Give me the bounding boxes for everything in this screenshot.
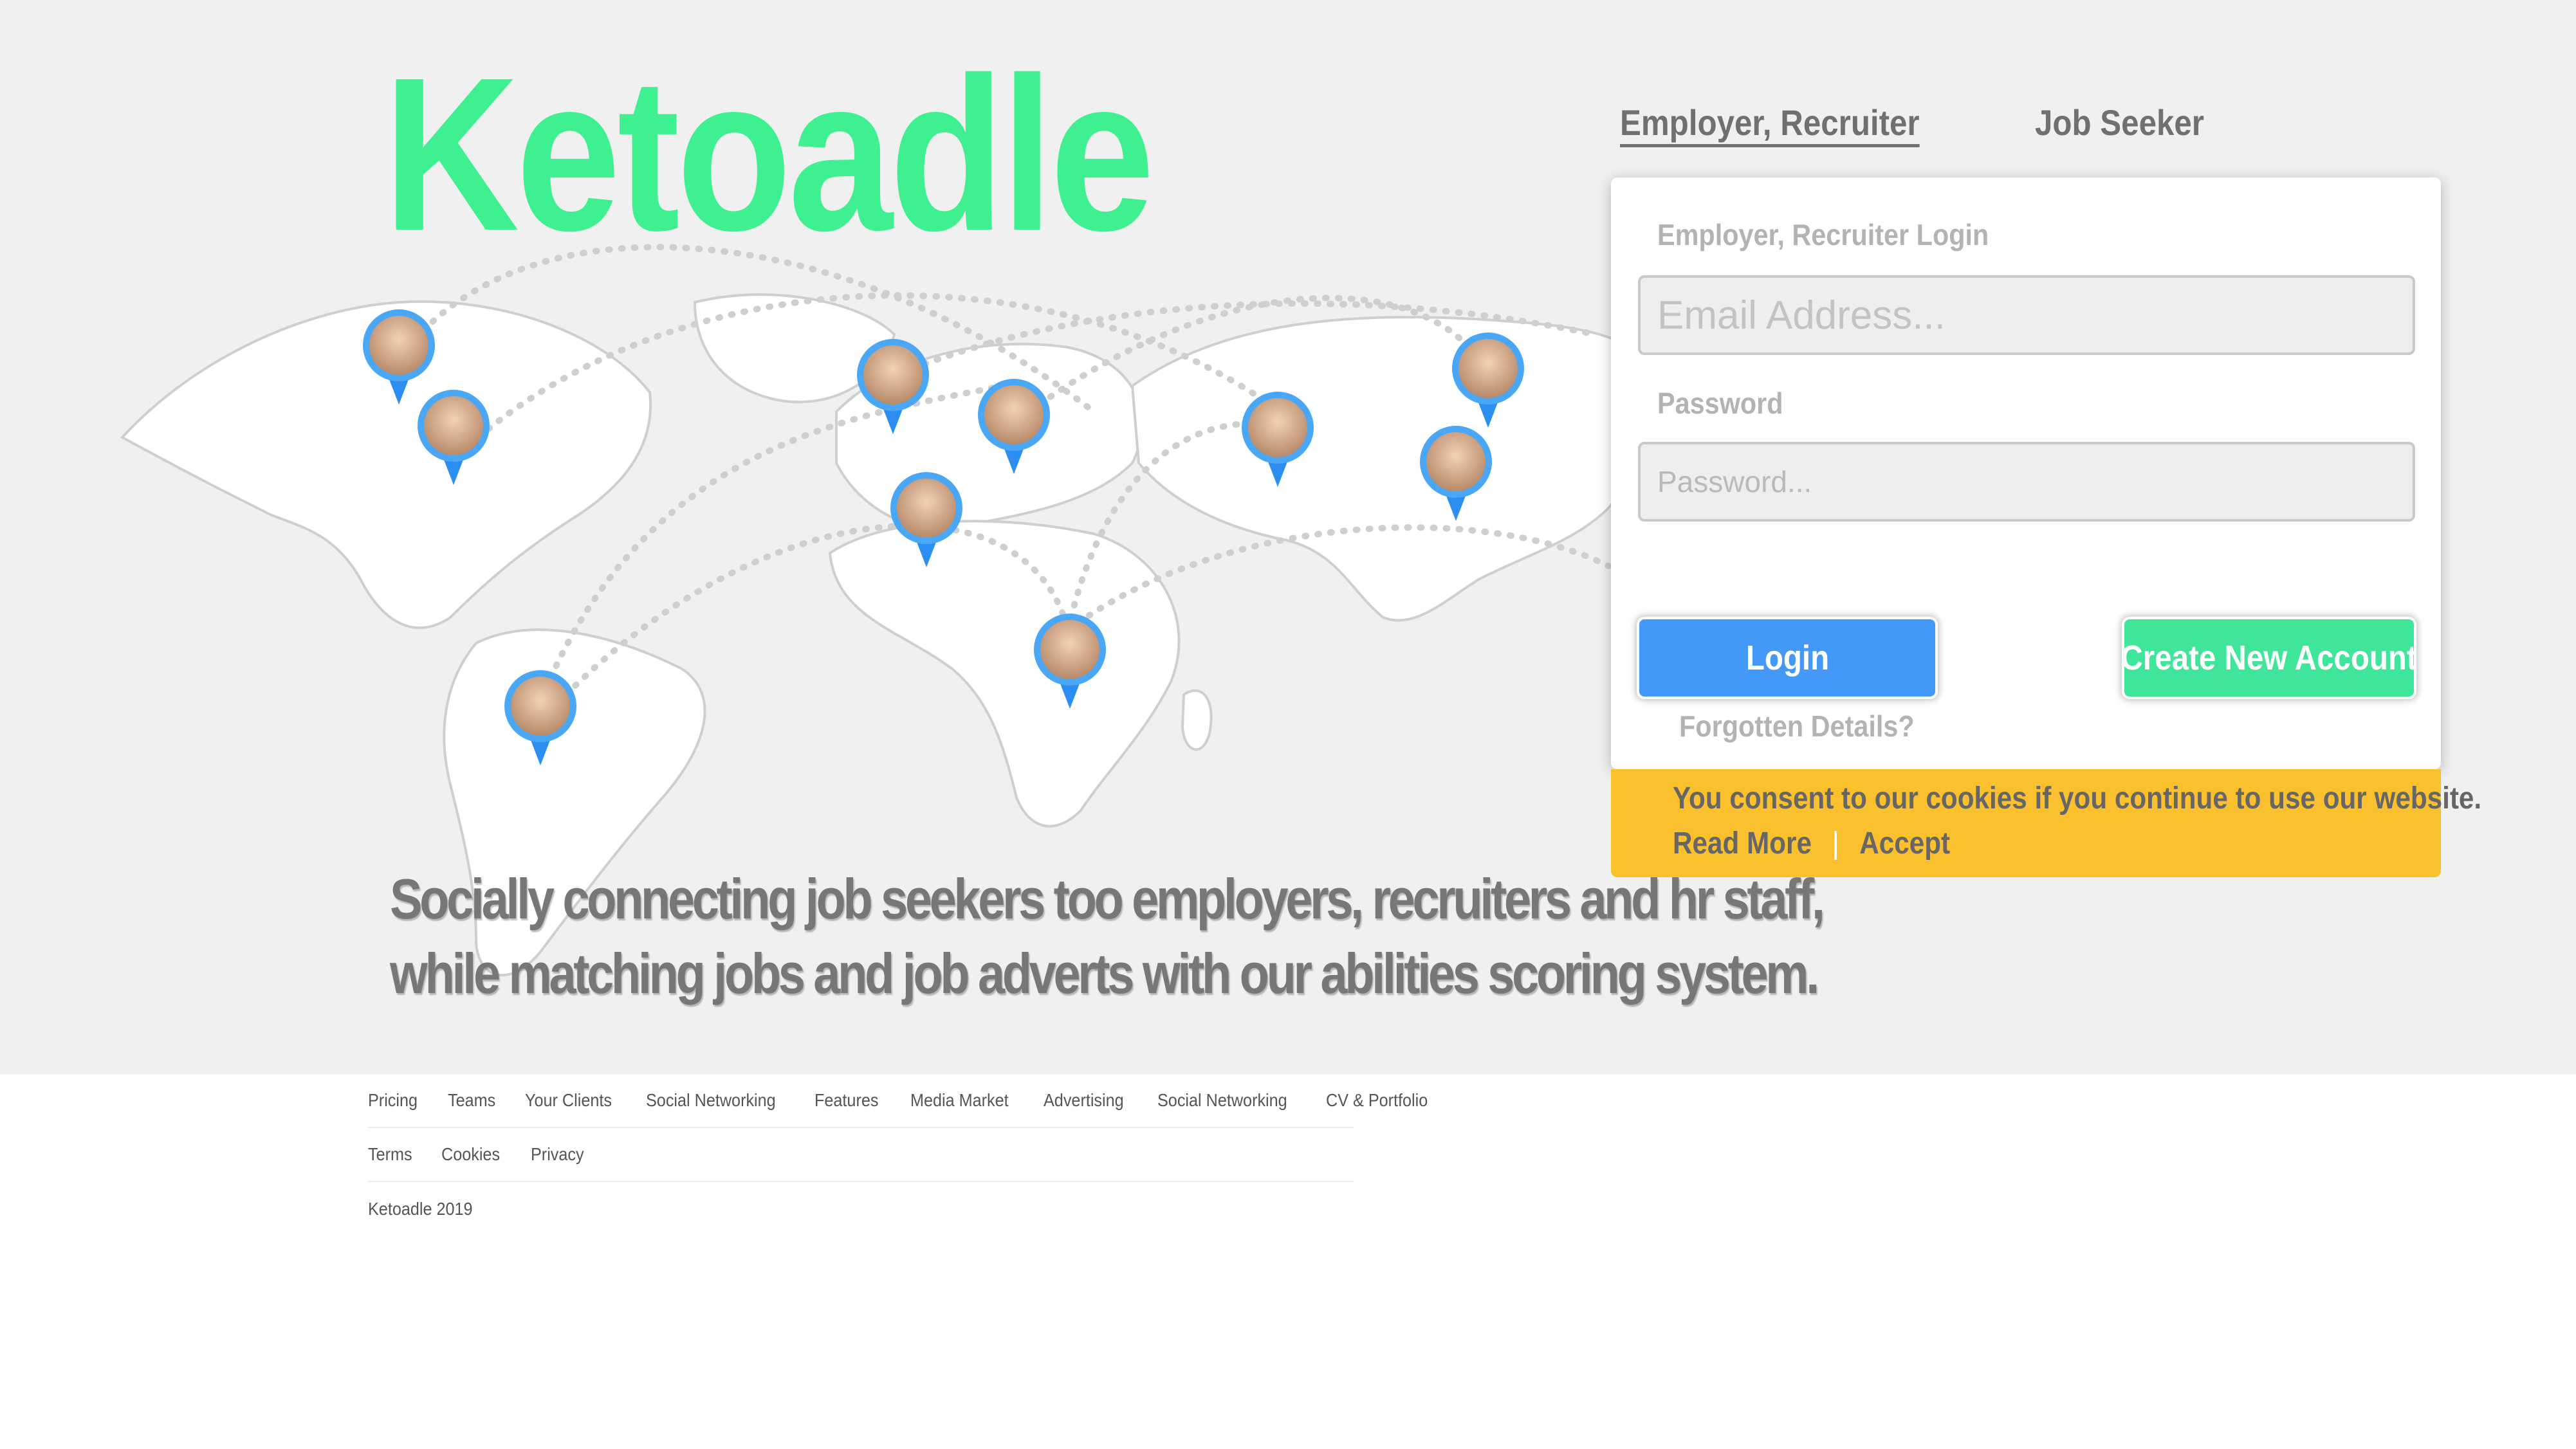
login-button-label: Login (1745, 639, 1829, 677)
login-panel: Employer, Recruiter Login Password Login… (1611, 178, 2441, 769)
island-madagascar (1181, 689, 1213, 751)
tab-job-seeker[interactable]: Job Seeker (2035, 102, 2204, 143)
tab-employer-recruiter[interactable]: Employer, Recruiter (1620, 102, 1920, 143)
cookie-banner: You consent to our cookies if you contin… (1611, 769, 2481, 877)
password-label: Password (1657, 387, 1783, 420)
footer-link-pricing[interactable]: Pricing (368, 1090, 418, 1111)
cookie-read-more-link[interactable]: Read More (1673, 826, 1812, 861)
footer-link-terms[interactable]: Terms (368, 1144, 412, 1165)
cookie-separator: | (1832, 826, 1839, 861)
footer-link-privacy[interactable]: Privacy (531, 1144, 584, 1165)
cookie-accept-link[interactable]: Accept (1859, 826, 1950, 861)
tagline-line-2: while matching jobs and job adverts with… (390, 942, 1819, 1005)
footer-link-features[interactable]: Features (814, 1090, 878, 1111)
footer-link-teams[interactable]: Teams (448, 1090, 495, 1111)
footer-link-cv-portfolio[interactable]: CV & Portfolio (1326, 1090, 1428, 1111)
footer-link-social-networking-2[interactable]: Social Networking (1157, 1090, 1287, 1111)
cookie-message: You consent to our cookies if you contin… (1673, 781, 2482, 816)
login-type-tabs: Employer, Recruiter Job Seeker (1620, 102, 2227, 143)
footer-link-your-clients[interactable]: Your Clients (525, 1090, 612, 1111)
footer-link-media-market[interactable]: Media Market (910, 1090, 1009, 1111)
footer-links-legal: Terms Cookies Privacy (368, 1128, 1354, 1182)
footer-copyright: Ketoadle 2019 (368, 1199, 473, 1219)
login-panel-title: Employer, Recruiter Login (1657, 218, 1989, 251)
footer-link-social-networking[interactable]: Social Networking (646, 1090, 776, 1111)
email-field[interactable] (1638, 275, 2415, 355)
create-account-button[interactable]: Create New Account (2121, 619, 2418, 697)
footer-link-cookies[interactable]: Cookies (441, 1144, 500, 1165)
password-field[interactable] (1638, 442, 2415, 522)
tagline-line-1: Socially connecting job seekers too empl… (390, 867, 1825, 931)
hero-section: Ketoadle Socially connecting job seekers… (0, 0, 2576, 1074)
hero-tagline: Socially connecting job seekers too empl… (390, 862, 1825, 1011)
cookie-actions: Read More | Accept (1673, 826, 1950, 861)
footer-copyright-row: Ketoadle 2019 (368, 1182, 1354, 1236)
site-logo[interactable]: Ketoadle (383, 45, 1155, 264)
login-button[interactable]: Login (1639, 619, 1935, 697)
continent-asia (1130, 316, 1641, 622)
footer-link-advertising[interactable]: Advertising (1044, 1090, 1124, 1111)
site-footer: Pricing Teams Your Clients Social Networ… (368, 1074, 1428, 1236)
footer-links-primary: Pricing Teams Your Clients Social Networ… (368, 1074, 1428, 1128)
create-account-button-label: Create New Account (2121, 639, 2418, 677)
continent-africa (828, 520, 1181, 828)
forgotten-details-link[interactable]: Forgotten Details? (1679, 709, 1915, 743)
